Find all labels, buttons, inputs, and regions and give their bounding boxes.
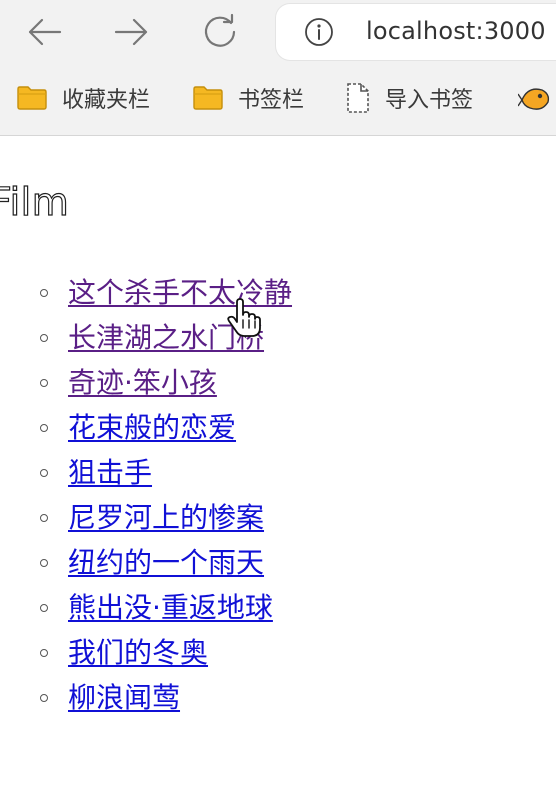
folder-icon — [17, 86, 47, 110]
bookmark-label: 收藏夹栏 — [62, 88, 151, 113]
film-link[interactable]: 这个杀手不太冷静 — [68, 276, 292, 310]
film-link[interactable]: 狙击手 — [68, 456, 152, 490]
list-item: 柳浪闻莺 — [0, 681, 400, 726]
arrow-right-icon — [114, 18, 148, 46]
browser-chrome: localhost:3000 收藏夹栏 书签栏 导入书签 — [0, 0, 556, 136]
film-link[interactable]: 长津湖之水门桥 — [68, 321, 264, 355]
list-item: 这个杀手不太冷静 — [0, 276, 400, 321]
reload-icon — [204, 13, 236, 47]
bullet-icon — [40, 649, 48, 657]
film-list: 这个杀手不太冷静 长津湖之水门桥 奇迹·笨小孩 花束般的恋爱 狙击手 尼罗河上的… — [0, 276, 400, 726]
bookmark-favorites-bar[interactable]: 收藏夹栏 — [16, 80, 150, 116]
list-item: 奇迹·笨小孩 — [0, 366, 400, 411]
bookmark-site[interactable] — [518, 80, 552, 116]
bookmark-label: 导入书签 — [385, 88, 474, 113]
bullet-icon — [40, 514, 48, 522]
bullet-icon — [40, 424, 48, 432]
list-item: 熊出没·重返地球 — [0, 591, 400, 636]
bullet-icon — [40, 469, 48, 477]
film-link[interactable]: 花束般的恋爱 — [68, 411, 236, 445]
bullet-icon — [40, 604, 48, 612]
list-item: 我们的冬奥 — [0, 636, 400, 681]
forward-button[interactable] — [108, 10, 156, 54]
info-icon[interactable] — [304, 17, 334, 47]
film-link[interactable]: 熊出没·重返地球 — [68, 591, 273, 625]
reload-button[interactable] — [196, 10, 244, 54]
address-bar[interactable]: localhost:3000 — [276, 4, 556, 60]
document-icon — [347, 83, 369, 113]
film-link[interactable]: 我们的冬奥 — [68, 636, 208, 670]
bullet-icon — [40, 334, 48, 342]
bullet-icon — [40, 379, 48, 387]
page-title: Film — [0, 179, 70, 224]
arrow-left-icon — [28, 18, 62, 46]
bookmark-label: 书签栏 — [238, 88, 305, 113]
page-content: Film 这个杀手不太冷静 长津湖之水门桥 奇迹·笨小孩 花束般的恋爱 狙击手 … — [0, 136, 556, 802]
list-item: 纽约的一个雨天 — [0, 546, 400, 591]
bookmark-import[interactable]: 导入书签 — [345, 80, 473, 116]
bullet-icon — [40, 694, 48, 702]
film-link[interactable]: 纽约的一个雨天 — [68, 546, 264, 580]
list-item: 尼罗河上的惨案 — [0, 501, 400, 546]
list-item: 花束般的恋爱 — [0, 411, 400, 456]
url-text: localhost:3000 — [366, 17, 546, 45]
film-link[interactable]: 奇迹·笨小孩 — [68, 366, 217, 400]
browser-toolbar: localhost:3000 — [0, 0, 556, 66]
back-button[interactable] — [20, 10, 68, 54]
fish-logo-icon — [518, 88, 550, 110]
list-item: 长津湖之水门桥 — [0, 321, 400, 366]
bookmarks-bar: 收藏夹栏 书签栏 导入书签 — [0, 74, 556, 122]
bullet-icon — [40, 289, 48, 297]
bookmark-bookmarks-bar[interactable]: 书签栏 — [192, 80, 304, 116]
list-item: 狙击手 — [0, 456, 400, 501]
folder-icon — [193, 86, 223, 110]
film-link[interactable]: 柳浪闻莺 — [68, 681, 180, 715]
film-link[interactable]: 尼罗河上的惨案 — [68, 501, 264, 535]
bullet-icon — [40, 559, 48, 567]
